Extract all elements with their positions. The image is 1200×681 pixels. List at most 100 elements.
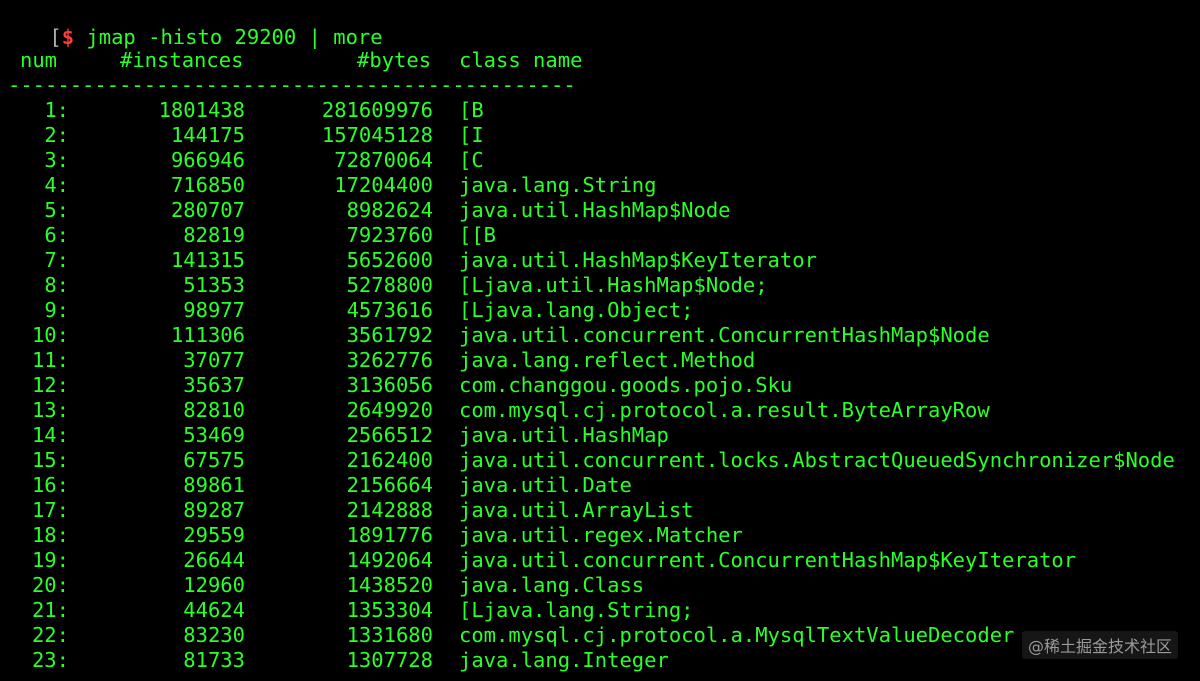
row-bytes: 2156664 xyxy=(346,473,433,497)
header-class-name: class name xyxy=(459,48,583,72)
row-num: 10: xyxy=(31,323,69,347)
row-instances: 111306 xyxy=(170,323,245,347)
row-class-name: java.util.Date xyxy=(459,473,632,497)
row-bytes: 1307728 xyxy=(346,648,433,672)
table-row: 14: 53469 2566512 java.util.HashMap xyxy=(0,423,1200,448)
row-bytes: 5652600 xyxy=(346,248,433,272)
row-bytes: 17204400 xyxy=(334,173,433,197)
row-instances: 81733 xyxy=(183,648,245,672)
command-line: [$ jmap -histo 29200 | more xyxy=(0,0,382,49)
row-bytes: 1331680 xyxy=(346,623,433,647)
row-class-name: java.util.HashMap xyxy=(459,423,669,447)
row-class-name: java.util.HashMap$Node xyxy=(459,198,731,222)
row-class-name: [I xyxy=(459,123,484,147)
row-instances: 89287 xyxy=(183,498,245,522)
row-bytes: 5278800 xyxy=(346,273,433,297)
table-row: 1: 1801438 281609976 [B xyxy=(0,98,1200,123)
table-row: 20: 12960 1438520 java.lang.Class xyxy=(0,573,1200,598)
row-bytes: 1438520 xyxy=(346,573,433,597)
row-bytes: 2162400 xyxy=(346,448,433,472)
table-row: 3: 966946 72870064 [C xyxy=(0,148,1200,173)
prompt-symbol: $ xyxy=(61,25,75,49)
header-bytes: #bytes xyxy=(357,48,432,72)
table-row: 5: 280707 8982624 java.util.HashMap$Node xyxy=(0,198,1200,223)
row-instances: 98977 xyxy=(183,298,245,322)
table-header: num #instances #bytes class name xyxy=(0,48,1200,73)
row-class-name: java.lang.reflect.Method xyxy=(459,348,756,372)
row-num: 15: xyxy=(31,448,69,472)
row-num: 14: xyxy=(31,423,69,447)
row-instances: 26644 xyxy=(183,548,245,572)
table-row: 23: 81733 1307728 java.lang.Integer xyxy=(0,648,1200,673)
row-bytes: 157045128 xyxy=(321,123,433,147)
row-instances: 83230 xyxy=(183,623,245,647)
row-bytes: 1891776 xyxy=(346,523,433,547)
row-class-name: [C xyxy=(459,148,484,172)
row-num: 16: xyxy=(31,473,69,497)
row-num: 21: xyxy=(31,598,69,622)
row-num: 8: xyxy=(44,273,69,297)
row-instances: 716850 xyxy=(170,173,245,197)
row-num: 7: xyxy=(44,248,69,272)
row-class-name: [[B xyxy=(459,223,497,247)
row-class-name: java.util.ArrayList xyxy=(459,498,694,522)
row-num: 20: xyxy=(31,573,69,597)
watermark: @稀土掘金技术社区 xyxy=(1021,631,1178,659)
row-instances: 12960 xyxy=(183,573,245,597)
row-class-name: [Ljava.lang.Object; xyxy=(459,298,694,322)
row-class-name: com.mysql.cj.protocol.a.result.ByteArray… xyxy=(459,398,990,422)
row-bytes: 2142888 xyxy=(346,498,433,522)
row-num: 13: xyxy=(31,398,69,422)
row-bytes: 2649920 xyxy=(346,398,433,422)
row-instances: 966946 xyxy=(170,148,245,172)
prompt-bracket: [ xyxy=(49,25,62,49)
row-bytes: 1492064 xyxy=(346,548,433,572)
table-row: 7: 141315 5652600 java.util.HashMap$KeyIter… xyxy=(0,248,1200,273)
row-class-name: [Ljava.lang.String; xyxy=(459,598,694,622)
row-instances: 53469 xyxy=(183,423,245,447)
row-num: 12: xyxy=(31,373,69,397)
table-row: 19: 26644 1492064 java.util.concurrent.Conc… xyxy=(0,548,1200,573)
command-text: jmap -histo 29200 | more xyxy=(86,25,383,49)
row-num: 1: xyxy=(44,98,69,122)
header-separator: ----------------------------------------… xyxy=(8,73,576,97)
row-num: 18: xyxy=(31,523,69,547)
row-num: 9: xyxy=(44,298,69,322)
row-bytes: 281609976 xyxy=(321,98,433,122)
table-row: 10: 111306 3561792 java.util.concurrent.Con… xyxy=(0,323,1200,348)
row-instances: 37077 xyxy=(183,348,245,372)
table-row: 22: 83230 1331680 com.mysql.cj.protocol.a.M… xyxy=(0,623,1200,648)
table-row: 8: 51353 5278800 [Ljava.util.HashMap$Node; xyxy=(0,273,1200,298)
terminal-window[interactable]: [$ jmap -histo 29200 | more num #instanc… xyxy=(0,0,1200,681)
row-bytes: 2566512 xyxy=(346,423,433,447)
table-row: 17: 89287 2142888 java.util.ArrayList xyxy=(0,498,1200,523)
row-class-name: com.changgou.goods.pojo.Sku xyxy=(459,373,793,397)
row-num: 4: xyxy=(44,173,69,197)
row-instances: 35637 xyxy=(183,373,245,397)
row-instances: 280707 xyxy=(170,198,245,222)
row-bytes: 7923760 xyxy=(346,223,433,247)
row-class-name: [B xyxy=(459,98,484,122)
row-class-name: java.util.concurrent.ConcurrentHashMap$N… xyxy=(459,323,990,347)
row-instances: 82819 xyxy=(183,223,245,247)
table-row: 9: 98977 4573616 [Ljava.lang.Object; xyxy=(0,298,1200,323)
row-num: 3: xyxy=(44,148,69,172)
row-bytes: 4573616 xyxy=(346,298,433,322)
row-instances: 89861 xyxy=(183,473,245,497)
table-row: 13: 82810 2649920 com.mysql.cj.protocol.a.r… xyxy=(0,398,1200,423)
row-num: 19: xyxy=(31,548,69,572)
row-class-name: java.lang.String xyxy=(459,173,657,197)
row-bytes: 3561792 xyxy=(346,323,433,347)
row-class-name: java.util.concurrent.ConcurrentHashMap$K… xyxy=(459,548,1077,572)
row-num: 6: xyxy=(44,223,69,247)
table-row: 16: 89861 2156664 java.util.Date xyxy=(0,473,1200,498)
table-row: 4: 716850 17204400 java.lang.String xyxy=(0,173,1200,198)
row-bytes: 1353304 xyxy=(346,598,433,622)
header-instances: #instances xyxy=(120,48,244,72)
row-num: 23: xyxy=(31,648,69,672)
row-class-name: com.mysql.cj.protocol.a.MysqlTextValueDe… xyxy=(459,623,1015,647)
row-num: 22: xyxy=(31,623,69,647)
row-num: 5: xyxy=(44,198,69,222)
table-row: 2: 144175 157045128 [I xyxy=(0,123,1200,148)
row-class-name: java.util.concurrent.locks.AbstractQueue… xyxy=(459,448,1175,472)
